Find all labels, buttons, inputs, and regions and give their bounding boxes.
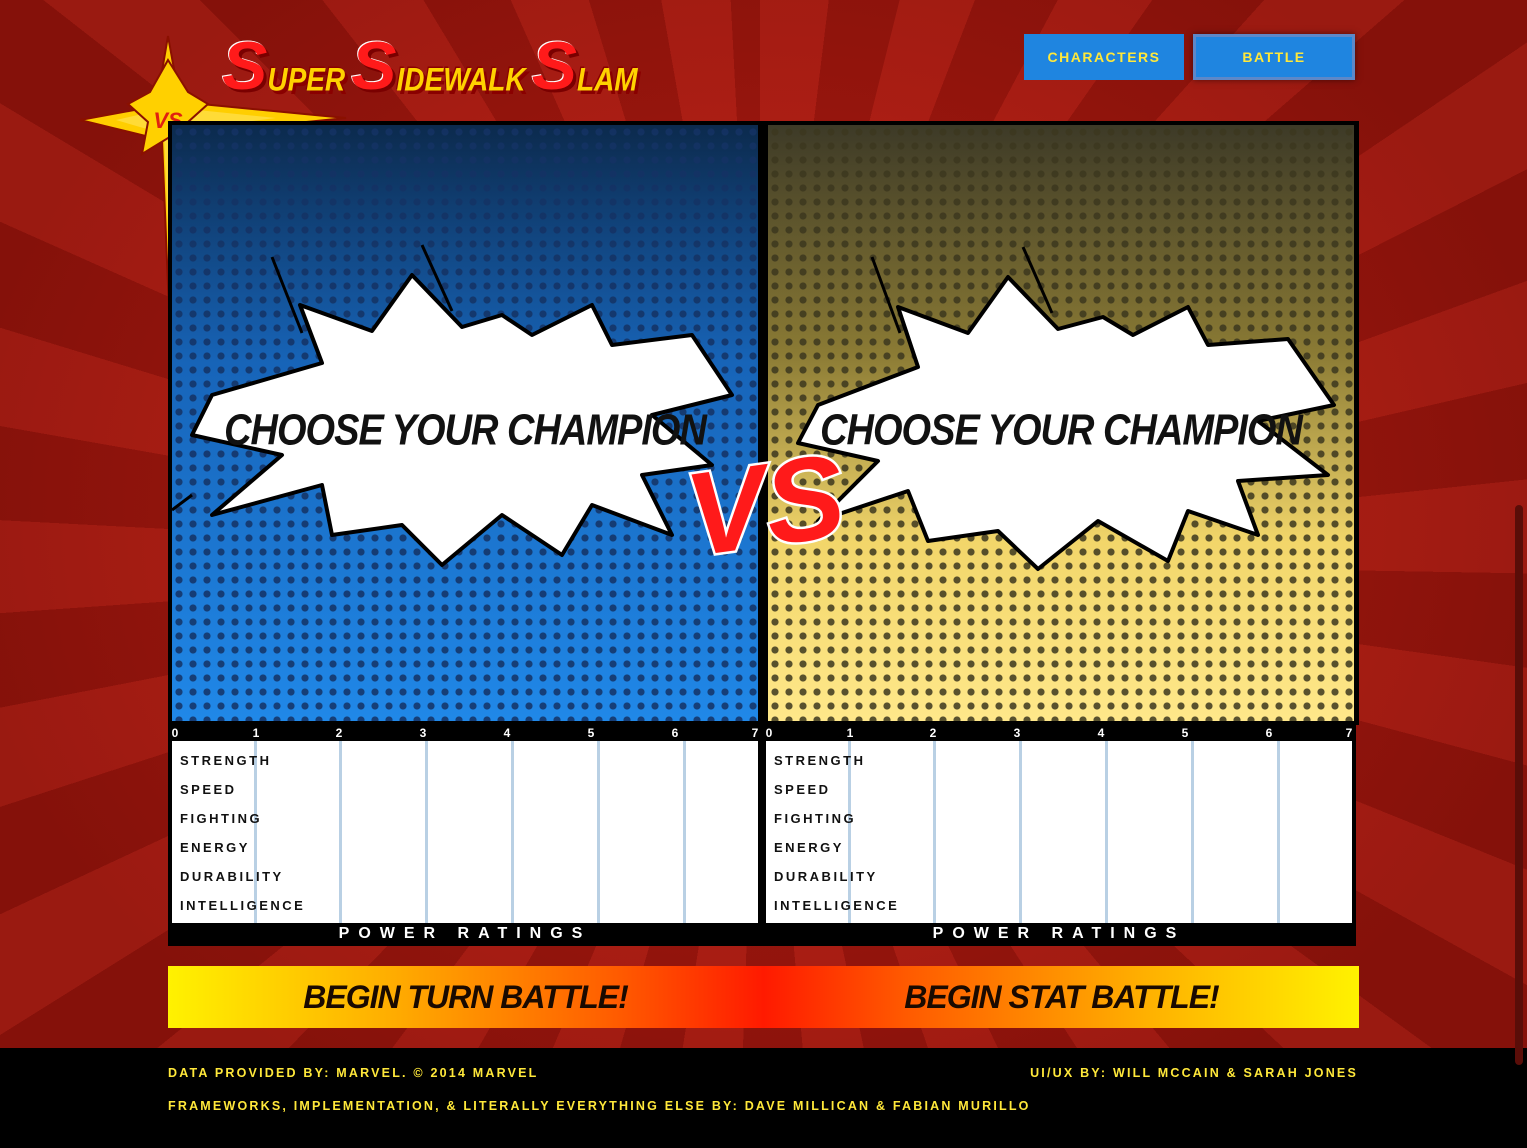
grid-line xyxy=(933,741,936,923)
scale-tick: 3 xyxy=(1013,726,1021,740)
app-logo[interactable]: S UPER S IDEWALK S LAM xyxy=(222,10,644,100)
battle-actions: BEGIN TURN BATTLE! BEGIN STAT BATTLE! xyxy=(168,966,1359,1028)
scale-tick: 0 xyxy=(171,726,179,740)
stat-label-energy: ENERGY xyxy=(774,840,844,855)
scale-tick: 6 xyxy=(671,726,679,740)
grid-line xyxy=(1019,741,1022,923)
stat-label-durability: DURABILITY xyxy=(774,869,878,884)
dev-credit: FRAMEWORKS, IMPLEMENTATION, & LITERALLY … xyxy=(168,1099,1031,1113)
logo-cap: S xyxy=(222,28,268,104)
choose-champion-text: CHOOSE YOUR CHAMPION xyxy=(224,406,707,456)
logo-cap: S xyxy=(351,28,397,104)
grid-line xyxy=(1277,741,1280,923)
scale-tick: 7 xyxy=(1345,726,1353,740)
nav-battle-button[interactable]: BATTLE xyxy=(1193,34,1355,80)
data-credit: DATA PROVIDED BY: MARVEL. © 2014 MARVEL xyxy=(168,1066,539,1080)
stat-label-intelligence: INTELLIGENCE xyxy=(774,898,900,913)
begin-stat-battle-button[interactable]: BEGIN STAT BATTLE! xyxy=(764,966,1359,1028)
scale-tick: 2 xyxy=(929,726,937,740)
stat-label-energy: ENERGY xyxy=(180,840,250,855)
rating-scale: 0 1 2 3 4 5 6 7 xyxy=(168,725,762,741)
grid-line xyxy=(254,741,257,923)
stat-label-speed: SPEED xyxy=(774,782,831,797)
begin-turn-battle-button[interactable]: BEGIN TURN BATTLE! xyxy=(168,966,763,1028)
stat-label-strength: STRENGTH xyxy=(180,753,272,768)
nav-characters-button[interactable]: CHARACTERS xyxy=(1024,34,1184,80)
stat-label-durability: DURABILITY xyxy=(180,869,284,884)
logo-rest: LAM xyxy=(576,61,638,98)
grid-line xyxy=(425,741,428,923)
vs-text: VS xyxy=(683,429,843,578)
champion-slot-left[interactable]: CHOOSE YOUR CHAMPION xyxy=(172,125,758,721)
grid-line xyxy=(339,741,342,923)
scale-tick: 4 xyxy=(503,726,511,740)
grid-line xyxy=(511,741,514,923)
scale-tick: 6 xyxy=(1265,726,1273,740)
champion-slot-right[interactable]: CHOOSE YOUR CHAMPION xyxy=(768,125,1354,721)
grid-line xyxy=(848,741,851,923)
logo-cap: S xyxy=(531,28,577,104)
logo-word-2: S IDEWALK xyxy=(351,32,525,100)
grid-line xyxy=(683,741,686,923)
scale-tick: 4 xyxy=(1097,726,1105,740)
vs-badge-icon: VS xyxy=(683,428,843,578)
stat-label-intelligence: INTELLIGENCE xyxy=(180,898,306,913)
scale-tick: 7 xyxy=(751,726,759,740)
logo-word-3: S LAM xyxy=(532,32,638,100)
stat-label-strength: STRENGTH xyxy=(774,753,866,768)
scale-tick: 5 xyxy=(1181,726,1189,740)
choose-champion-text: CHOOSE YOUR CHAMPION xyxy=(820,406,1303,456)
grid-line xyxy=(597,741,600,923)
footer: DATA PROVIDED BY: MARVEL. © 2014 MARVEL … xyxy=(0,1048,1527,1148)
power-ratings-left: 0 1 2 3 4 5 6 7 STRENGTH SPEED FIGHTING … xyxy=(168,725,762,946)
stat-label-speed: SPEED xyxy=(180,782,237,797)
logo-word-1: S UPER xyxy=(222,32,345,100)
logo-rest: IDEWALK xyxy=(396,61,526,98)
rating-scale: 0 1 2 3 4 5 6 7 xyxy=(762,725,1356,741)
power-ratings-title: POWER RATINGS xyxy=(338,925,592,942)
stat-label-fighting: FIGHTING xyxy=(774,811,857,826)
scale-tick: 1 xyxy=(846,726,854,740)
stat-label-fighting: FIGHTING xyxy=(180,811,263,826)
scale-tick: 2 xyxy=(335,726,343,740)
scale-tick: 1 xyxy=(252,726,260,740)
scale-tick: 0 xyxy=(765,726,773,740)
power-ratings-right: 0 1 2 3 4 5 6 7 STRENGTH SPEED FIGHTING … xyxy=(762,725,1356,946)
stat-grid: STRENGTH SPEED FIGHTING ENERGY DURABILIT… xyxy=(172,741,758,923)
uiux-credit: UI/UX BY: WILL MCCAIN & SARAH JONES xyxy=(1030,1066,1358,1080)
power-ratings-title: POWER RATINGS xyxy=(932,925,1186,942)
scale-tick: 3 xyxy=(419,726,427,740)
grid-line xyxy=(1191,741,1194,923)
page-scrollbar[interactable] xyxy=(1515,505,1523,1065)
stat-grid: STRENGTH SPEED FIGHTING ENERGY DURABILIT… xyxy=(766,741,1352,923)
scale-tick: 5 xyxy=(587,726,595,740)
battle-arena: CHOOSE YOUR CHAMPION CHOOSE YOUR CHAMPIO… xyxy=(168,121,1359,725)
grid-line xyxy=(1105,741,1108,923)
logo-rest: UPER xyxy=(267,61,346,98)
